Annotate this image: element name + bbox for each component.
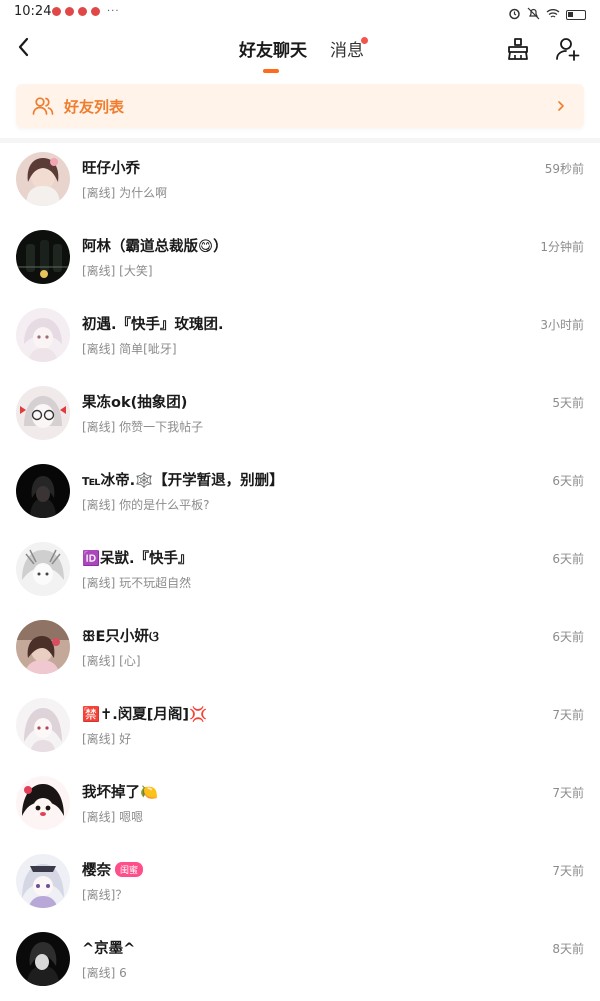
chat-row[interactable]: 樱奈 闺蜜 [离线]？ 7天前: [0, 845, 600, 923]
system-icons: [508, 5, 586, 24]
chat-row[interactable]: ℡冰帝.🕸️【开学暂退，别删】 [离线] 你的是什么平板? 6天前: [0, 455, 600, 533]
last-message: [离线] 你赞一下我帖子: [82, 420, 204, 434]
notification-icons: ···: [52, 6, 120, 17]
chat-row[interactable]: 我坏掉了🍋 [离线] 嗯嗯 7天前: [0, 767, 600, 845]
status-bar: 10:24 ···: [0, 0, 600, 24]
tab-friend-chat[interactable]: 好友聊天: [239, 36, 307, 61]
timestamp: 7天前: [552, 708, 584, 722]
app-notification-icon: [52, 7, 61, 16]
avatar[interactable]: [16, 542, 70, 596]
timestamp: 6天前: [552, 630, 584, 644]
avatar[interactable]: [16, 776, 70, 830]
last-message: [离线] 为什么啊: [82, 186, 168, 200]
avatar[interactable]: [16, 308, 70, 362]
chat-list: 旺仔小乔 [离线] 为什么啊 59秒前 阿林（霸道总裁版😋） [离线] [大笑]…: [0, 143, 600, 1001]
top-nav: 好友聊天 消息: [0, 24, 600, 80]
avatar[interactable]: [16, 230, 70, 284]
contact-name: 樱奈 闺蜜: [82, 859, 144, 880]
contact-name: 旺仔小乔: [82, 161, 140, 177]
contact-name-text: 樱奈: [82, 863, 111, 879]
contact-name: 我坏掉了🍋: [82, 785, 159, 801]
app-notification-icon: [91, 7, 100, 16]
chat-row[interactable]: 初遇.『快手』玫瑰团. [离线] 简单[呲牙] 3小时前: [0, 299, 600, 377]
contact-name: 初遇.『快手』玫瑰团.: [82, 317, 224, 333]
chat-row[interactable]: 阿林（霸道总裁版😋） [离线] [大笑] 1分钟前: [0, 221, 600, 299]
mute-icon: [527, 5, 540, 24]
contact-name: 🈲✝.闵夏[月阁]💢: [82, 707, 208, 723]
chat-row[interactable]: 🈲✝.闵夏[月阁]💢 [离线] 好 7天前: [0, 689, 600, 767]
app-notification-icon: [65, 7, 74, 16]
contact-name: 阿林（霸道总裁版😋）: [82, 239, 228, 255]
avatar[interactable]: [16, 152, 70, 206]
chat-row[interactable]: 旺仔小乔 [离线] 为什么啊 59秒前: [0, 143, 600, 221]
avatar[interactable]: [16, 464, 70, 518]
chat-row[interactable]: 🆔呆獃.『快手』 [离线] 玩不玩超自然 6天前: [0, 533, 600, 611]
chat-row[interactable]: ꕥE只小妍ଓ [离线] [心] 6天前: [0, 611, 600, 689]
last-message: [离线] 好: [82, 732, 132, 746]
alarm-icon: [508, 5, 521, 24]
relationship-badge: 闺蜜: [115, 862, 144, 877]
chat-row[interactable]: ^京墨^ [离线] 6 8天前: [0, 923, 600, 1001]
unread-dot: [361, 37, 368, 44]
active-tab-indicator: [263, 69, 279, 73]
timestamp: 6天前: [552, 552, 584, 566]
contact-name: ꕥE只小妍ଓ: [82, 629, 159, 645]
avatar[interactable]: [16, 932, 70, 986]
broom-icon: [508, 38, 528, 60]
timestamp: 6天前: [552, 474, 584, 488]
contact-name: ^京墨^: [82, 941, 136, 957]
app-notification-icon: [78, 7, 87, 16]
back-icon: [18, 37, 29, 57]
last-message: [离线] 嗯嗯: [82, 810, 144, 824]
timestamp: 7天前: [552, 786, 584, 800]
avatar[interactable]: [16, 386, 70, 440]
friends-icon: [32, 95, 54, 117]
friends-list-label: 好友列表: [64, 98, 125, 116]
last-message: [离线] 玩不玩超自然: [82, 576, 192, 590]
battery-icon: [566, 9, 586, 20]
chevron-right-icon: [554, 96, 568, 116]
timestamp: 7天前: [552, 864, 584, 878]
add-friend-button[interactable]: [555, 36, 581, 62]
timestamp: 8天前: [552, 942, 584, 956]
timestamp: 1分钟前: [540, 240, 584, 254]
contact-name: 🆔呆獃.『快手』: [82, 551, 193, 567]
more-notifications-icon: ···: [107, 6, 120, 17]
contact-name: 果冻ok(抽象团): [82, 395, 188, 411]
avatar[interactable]: [16, 620, 70, 674]
last-message: [离线] 简单[呲牙]: [82, 342, 177, 356]
clean-button[interactable]: [505, 36, 531, 62]
back-button[interactable]: [12, 34, 36, 60]
timestamp: 3小时前: [540, 318, 584, 332]
last-message: [离线] 你的是什么平板?: [82, 498, 210, 512]
wifi-icon: [546, 5, 560, 24]
avatar[interactable]: [16, 854, 70, 908]
timestamp: 5天前: [552, 396, 584, 410]
tab-messages[interactable]: 消息: [330, 36, 364, 61]
avatar[interactable]: [16, 698, 70, 752]
add-friend-icon: [556, 38, 580, 61]
contact-name: ℡冰帝.🕸️【开学暂退，别删】: [82, 473, 284, 489]
last-message: [离线]？: [82, 888, 128, 902]
last-message: [离线] [心]: [82, 654, 141, 668]
friends-list-banner[interactable]: 好友列表: [16, 84, 584, 128]
status-time: 10:24: [14, 4, 52, 19]
timestamp: 59秒前: [544, 162, 584, 176]
last-message: [离线] 6: [82, 966, 127, 980]
chat-row[interactable]: 果冻ok(抽象团) [离线] 你赞一下我帖子 5天前: [0, 377, 600, 455]
last-message: [离线] [大笑]: [82, 264, 153, 278]
